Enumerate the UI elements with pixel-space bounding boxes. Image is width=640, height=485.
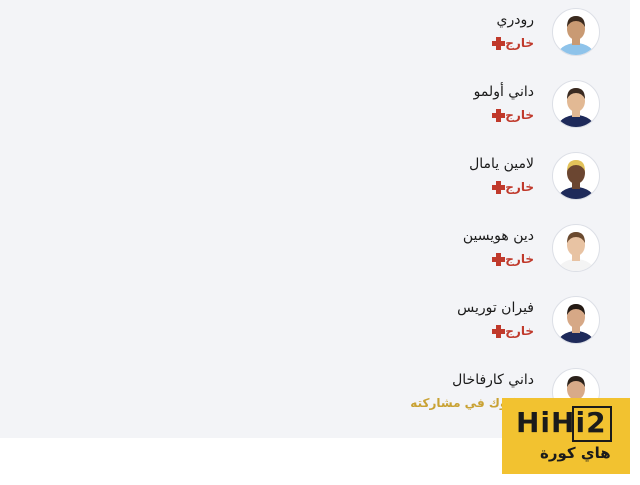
player-status: خارج [488, 180, 534, 194]
player-name[interactable]: رودري [497, 12, 534, 28]
player-row[interactable]: فيران توريس خارج [180, 292, 600, 352]
player-photo-icon [552, 152, 600, 200]
player-name[interactable]: دين هويسين [463, 228, 534, 244]
logo-title: HiHi2 [516, 406, 607, 439]
player-photo-icon [552, 8, 600, 56]
player-name[interactable]: فيران توريس [457, 300, 534, 316]
injury-cross-icon [492, 180, 506, 194]
status-text: خارج [505, 180, 534, 194]
injury-cross-icon [492, 324, 506, 338]
injury-cross-icon [492, 108, 506, 122]
scrollbar-track[interactable] [630, 0, 640, 438]
injury-cross-icon [492, 36, 506, 50]
player-row[interactable]: داني أولمو خارج [180, 76, 600, 136]
player-status: خارج [488, 324, 534, 338]
injury-cross-icon [492, 252, 506, 266]
player-row[interactable]: رودري خارج [180, 4, 600, 64]
injury-list-panel: رودري خارج داني أولمو خارج لامين يامال خ… [0, 0, 630, 438]
player-photo-icon [552, 224, 600, 272]
player-name[interactable]: لامين يامال [469, 156, 534, 172]
player-name[interactable]: داني كارفاخال [452, 372, 534, 388]
player-row[interactable]: دين هويسين خارج [180, 220, 600, 280]
player-photo-icon [552, 296, 600, 344]
status-text: خارج [505, 36, 534, 50]
logo-subtitle: هاي كورة [540, 444, 611, 462]
status-text: خارج [505, 324, 534, 338]
status-text: خارج [505, 108, 534, 122]
site-logo-watermark: HiHi2 هاي كورة [502, 398, 630, 474]
player-row[interactable]: لامين يامال خارج [180, 148, 600, 208]
player-status: خارج [488, 36, 534, 50]
player-status: خارج [488, 108, 534, 122]
player-name[interactable]: داني أولمو [474, 84, 534, 100]
player-status: خارج [488, 252, 534, 266]
status-text: خارج [505, 252, 534, 266]
player-photo-icon [552, 80, 600, 128]
